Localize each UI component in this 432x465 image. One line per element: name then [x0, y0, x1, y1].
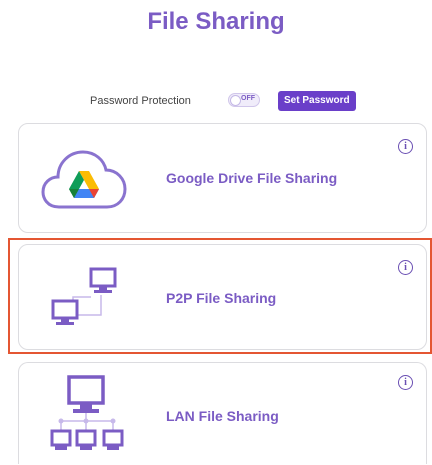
lan-sharing-card[interactable]: LAN File Sharing i — [18, 362, 427, 464]
google-drive-sharing-label: Google Drive File Sharing — [166, 170, 338, 186]
toggle-state-text: OFF — [241, 95, 255, 102]
lan-network-icon — [50, 375, 124, 450]
password-protection-label: Password Protection — [90, 95, 191, 107]
google-drive-sharing-card[interactable]: Google Drive File Sharing i — [18, 123, 427, 233]
info-icon[interactable]: i — [398, 375, 413, 390]
selected-option-highlight — [8, 238, 432, 354]
password-protection-row: Password Protection OFF Set Password — [0, 91, 432, 113]
google-drive-cloud-icon — [41, 150, 127, 209]
lan-sharing-label: LAN File Sharing — [166, 408, 279, 424]
toggle-knob — [230, 95, 241, 106]
password-protection-toggle[interactable]: OFF — [228, 93, 260, 107]
info-icon[interactable]: i — [398, 139, 413, 154]
page-title: File Sharing — [147, 8, 285, 35]
set-password-button[interactable]: Set Password — [278, 91, 356, 111]
